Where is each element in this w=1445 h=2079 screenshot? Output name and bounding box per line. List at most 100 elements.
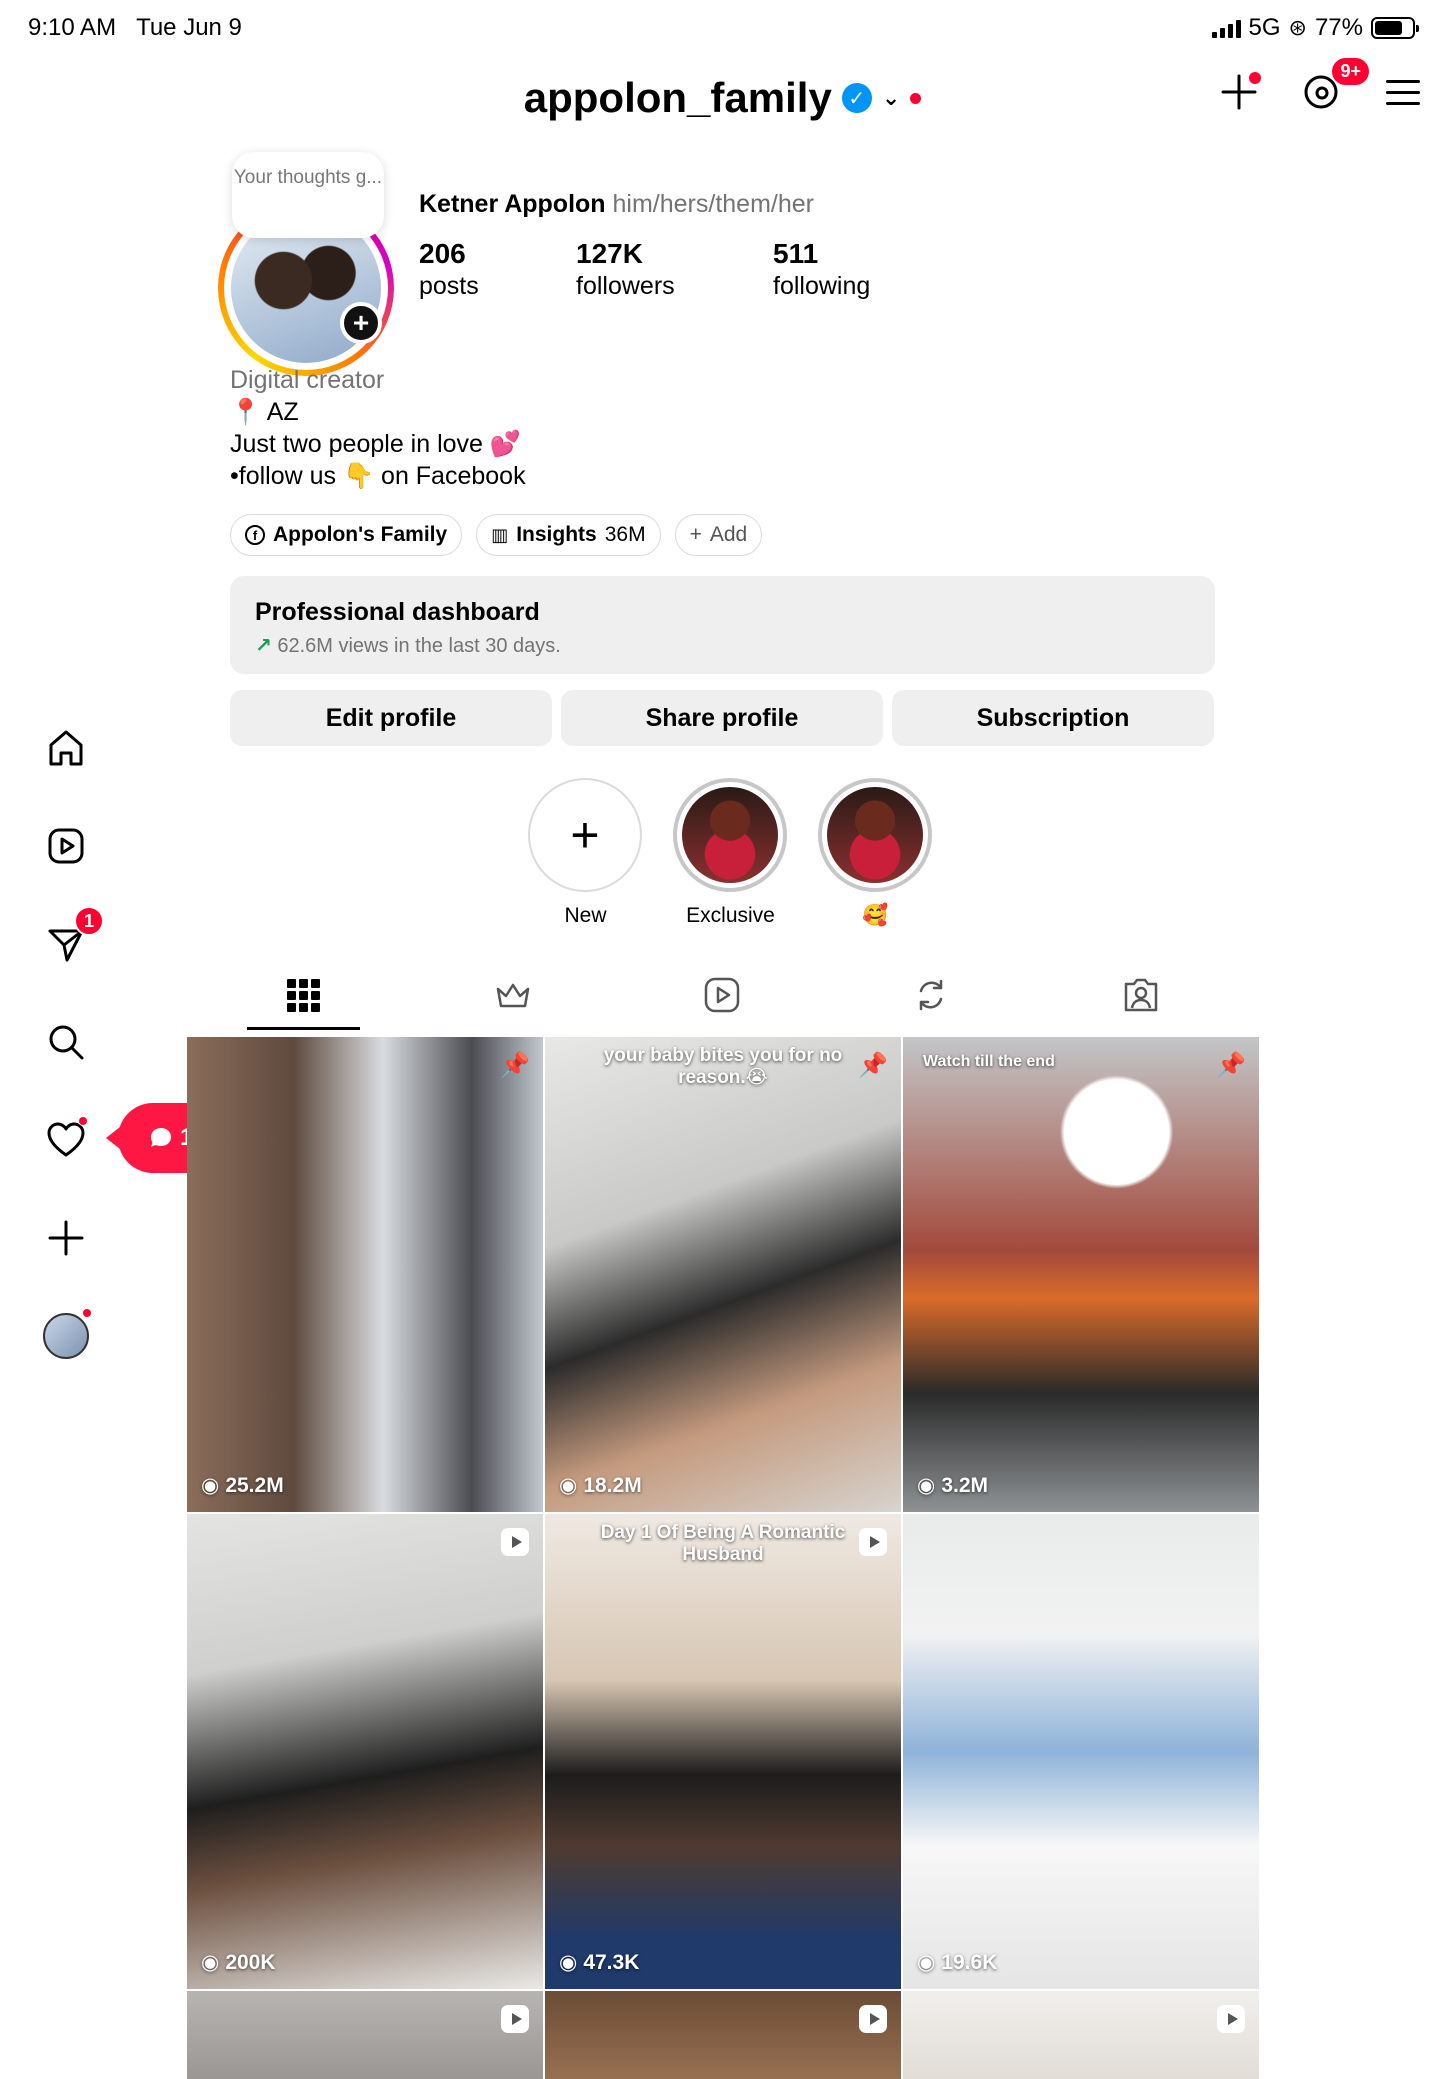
post-caption: Day 1 Of Being A Romantic Husband xyxy=(600,1522,846,1565)
profile-avatar-nav[interactable] xyxy=(38,1308,94,1364)
eye-icon: ◉ xyxy=(559,1951,578,1974)
pin-icon: 📌 xyxy=(858,1051,888,1079)
create-dot xyxy=(1249,72,1261,84)
reels-icon[interactable] xyxy=(38,818,94,874)
signal-icon xyxy=(1211,18,1241,38)
eye-icon: ◉ xyxy=(201,1474,220,1497)
menu-icon[interactable] xyxy=(1381,70,1425,114)
eye-icon: ◉ xyxy=(917,1951,936,1974)
highlight-exclusive[interactable]: Exclusive xyxy=(673,778,788,928)
highlight-new[interactable]: + New xyxy=(528,778,643,928)
edit-profile-button[interactable]: Edit profile xyxy=(230,690,552,746)
stat-following[interactable]: 511 following xyxy=(773,238,870,302)
insights-chip[interactable]: ▥ Insights 36M xyxy=(476,514,661,556)
pin-icon: 📌 xyxy=(500,1051,530,1079)
bio-line: Just two people in love 💕 xyxy=(230,430,522,458)
reel-play-icon xyxy=(859,1528,887,1556)
plus-icon: + xyxy=(570,807,600,863)
home-icon[interactable] xyxy=(38,720,94,776)
post-thumbnail[interactable] xyxy=(903,1991,1259,2079)
professional-dashboard[interactable]: Professional dashboard ↗ 62.6M views in … xyxy=(230,576,1215,674)
bio-line: •follow us 👇 on Facebook xyxy=(230,462,526,490)
chevron-down-icon: ⌄ xyxy=(881,85,901,110)
orientation-lock-icon: ⊛ xyxy=(1288,15,1307,40)
display-name: Ketner Appolon xyxy=(419,190,606,218)
profile-stats: 206 posts 127K followers 511 following xyxy=(419,238,870,302)
reel-play-icon xyxy=(859,2005,887,2033)
tab-posts-grid[interactable] xyxy=(247,960,360,1030)
share-profile-button[interactable]: Share profile xyxy=(561,690,883,746)
comment-icon xyxy=(151,1128,171,1147)
plus-icon: + xyxy=(689,523,702,546)
profile-username: appolon_family xyxy=(523,74,832,121)
create-button[interactable] xyxy=(1217,70,1261,114)
post-thumbnail[interactable]: ◉ 19.6K xyxy=(903,1514,1259,1989)
facebook-link-chip[interactable]: f Appolon's Family xyxy=(230,514,463,556)
subscription-button[interactable]: Subscription xyxy=(892,690,1214,746)
note-text: Your thoughts g... xyxy=(233,167,383,188)
eye-icon: ◉ xyxy=(917,1474,936,1497)
reels-icon xyxy=(704,977,740,1013)
bio-category: Digital creator xyxy=(230,366,385,394)
post-thumbnail[interactable]: Day 1 Of Being A Romantic Husband ◉ 47.3K xyxy=(545,1514,901,1989)
facebook-icon: f xyxy=(245,525,265,545)
tab-reels[interactable] xyxy=(666,960,779,1030)
notifications-dot xyxy=(78,1116,88,1126)
profile-tabs xyxy=(187,960,1257,1030)
highlight-cover xyxy=(827,787,923,883)
stat-posts[interactable]: 206 posts xyxy=(419,238,576,302)
side-navigation: 1 xyxy=(38,720,104,1406)
avatar xyxy=(43,1313,89,1359)
posts-grid: 📌 ◉ 25.2M your baby bites you for no reas… xyxy=(187,1037,1259,2079)
eye-icon: ◉ xyxy=(559,1474,578,1497)
tab-tagged[interactable] xyxy=(1084,960,1197,1030)
add-chip[interactable]: + Add xyxy=(674,514,763,556)
post-caption: Watch till the end xyxy=(923,1053,1055,1070)
crown-icon xyxy=(496,983,529,1008)
trend-up-icon: ↗ xyxy=(255,635,272,657)
profile-actions: Edit profile Share profile Subscription xyxy=(230,690,1214,746)
post-thumbnail[interactable]: your baby bites you for no reason.😭 📌 ◉ 1… xyxy=(545,1037,901,1512)
tab-subscriber-content[interactable] xyxy=(456,960,569,1030)
post-thumbnail[interactable]: 📌 ◉ 25.2M xyxy=(187,1037,543,1512)
grid-icon xyxy=(287,978,320,1012)
bio: Digital creator 📍 AZ Just two people in … xyxy=(230,364,526,492)
post-caption: your baby bites you for no reason.😭 xyxy=(603,1045,843,1088)
note-bubble[interactable]: Your thoughts g... xyxy=(232,152,384,238)
post-thumbnail[interactable] xyxy=(187,1991,543,2079)
post-thumbnail[interactable] xyxy=(545,1991,901,2079)
battery-icon xyxy=(1371,17,1419,39)
add-story-plus-icon[interactable]: + xyxy=(340,302,382,344)
repost-icon xyxy=(920,979,943,1011)
messages-icon[interactable]: 1 xyxy=(38,906,104,972)
display-name-row: Ketner Appolon him/hers/them/her xyxy=(419,190,814,219)
story-highlights: + New Exclusive 🥰 xyxy=(528,778,933,928)
messages-badge: 1 xyxy=(74,906,104,936)
threads-button[interactable]: 9+ xyxy=(1299,58,1369,114)
post-thumbnail[interactable]: Watch till the end 📌 ◉ 3.2M xyxy=(903,1037,1259,1512)
search-icon[interactable] xyxy=(38,1014,94,1070)
bar-chart-icon: ▥ xyxy=(491,524,509,545)
network-label: 5G xyxy=(1248,14,1281,41)
create-plus-icon[interactable] xyxy=(38,1210,94,1266)
threads-badge: 9+ xyxy=(1332,58,1369,85)
tab-reposts[interactable] xyxy=(875,960,988,1030)
reel-play-icon xyxy=(501,2005,529,2033)
reel-play-icon xyxy=(1217,2005,1245,2033)
status-bar: 9:10 AM Tue Jun 9 5G ⊛ 77% xyxy=(0,0,1445,56)
highlight-emoji[interactable]: 🥰 xyxy=(818,778,933,928)
profile-chips: f Appolon's Family ▥ Insights 36M + Add xyxy=(230,514,763,556)
highlight-cover xyxy=(682,787,778,883)
notification-dot xyxy=(910,92,922,104)
verified-badge-icon: ✓ xyxy=(841,83,872,113)
stat-followers[interactable]: 127K followers xyxy=(576,238,773,302)
status-date: Tue Jun 9 xyxy=(136,14,242,41)
post-thumbnail[interactable]: ◉ 200K xyxy=(187,1514,543,1989)
profile-dot xyxy=(82,1308,92,1318)
notifications-heart-icon[interactable] xyxy=(38,1112,94,1168)
eye-icon: ◉ xyxy=(201,1951,220,1974)
bio-location: 📍 AZ xyxy=(230,398,299,426)
tagged-person-icon xyxy=(1124,978,1157,1012)
pronouns: him/hers/them/her xyxy=(612,190,814,218)
battery-percent: 77% xyxy=(1314,14,1363,41)
